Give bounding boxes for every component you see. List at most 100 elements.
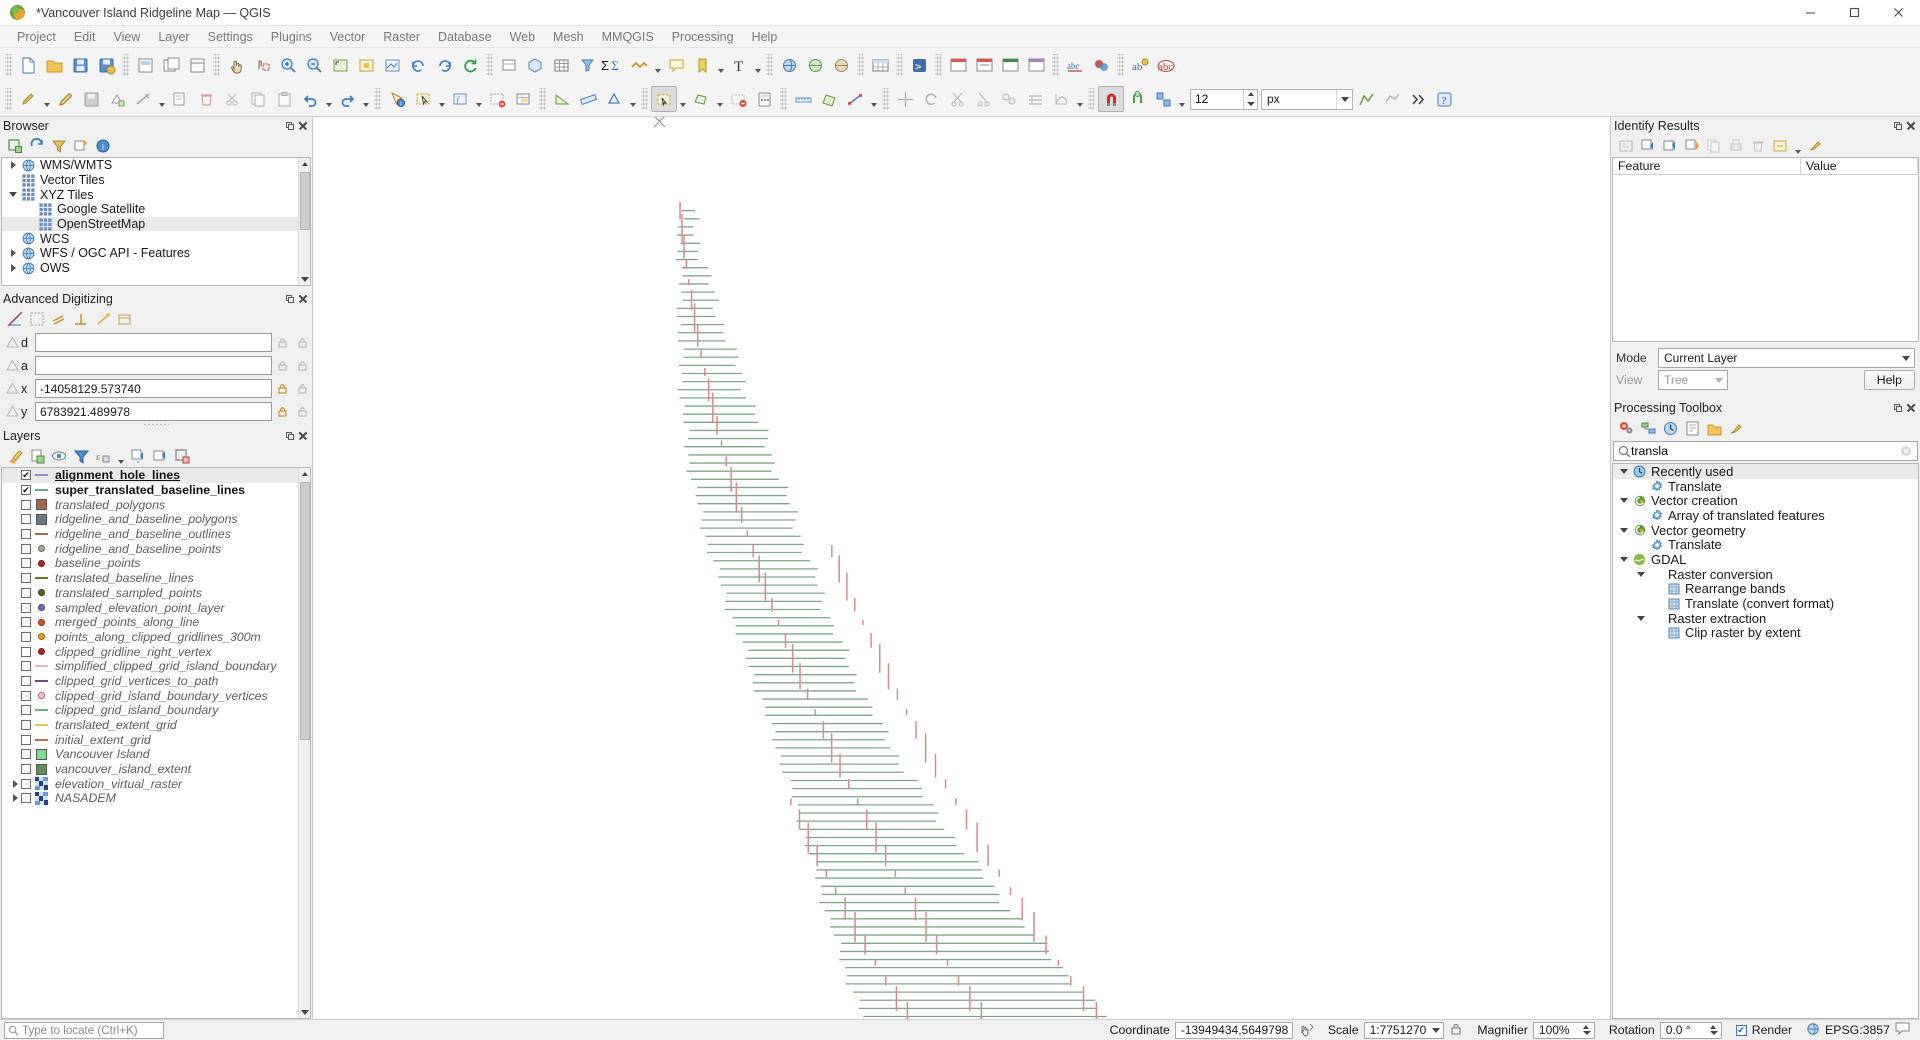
layer-item[interactable]: vancouver_island_extent	[2, 762, 310, 777]
clear-results-icon[interactable]	[1748, 136, 1768, 156]
layer-visibility-checkbox[interactable]	[21, 778, 31, 789]
plugin-tool-button[interactable]	[1023, 52, 1049, 78]
layer-item[interactable]: ✔ alignment_hole_lines	[2, 468, 310, 483]
menu-database[interactable]: Database	[429, 28, 501, 46]
layer-visibility-checkbox[interactable]	[21, 690, 31, 701]
add-wcs-layer-button[interactable]	[828, 52, 854, 78]
construction-mode-icon[interactable]	[27, 309, 47, 329]
expand-all-icon[interactable]	[128, 446, 148, 466]
scroll-down-button[interactable]	[299, 1006, 310, 1018]
scroll-up-button[interactable]	[299, 158, 310, 170]
lock-a-icon[interactable]	[272, 359, 292, 372]
help-button[interactable]: ?	[1431, 86, 1457, 112]
toggle-extents-icon[interactable]	[1298, 1021, 1314, 1040]
save-project-as-button[interactable]	[93, 52, 119, 78]
toolbar-grip[interactable]	[1117, 54, 1124, 76]
browser-item-google-satellite[interactable]: Google Satellite	[2, 202, 310, 217]
add-model-icon[interactable]	[1638, 418, 1658, 438]
snap-to-common-angles-icon[interactable]	[93, 309, 113, 329]
layer-item[interactable]: Vancouver Island	[2, 747, 310, 762]
adv-dig-input-x[interactable]: -14058129.573740	[35, 379, 272, 398]
toolbar-grip[interactable]	[896, 54, 903, 76]
processing-item-vector-geometry[interactable]: Vector geometry	[1613, 523, 1918, 538]
statistics-button[interactable]	[574, 52, 600, 78]
new-3d-map-view-button[interactable]	[522, 52, 548, 78]
spell-check-button[interactable]: abc	[1062, 52, 1088, 78]
processing-item-rearrange-bands[interactable]: Rearrange bands	[1613, 581, 1918, 596]
results-viewer-icon[interactable]	[1682, 418, 1702, 438]
chevron-down-icon[interactable]	[1634, 615, 1648, 621]
select-caret[interactable]	[436, 86, 447, 112]
split-features-button[interactable]	[944, 86, 970, 112]
adv-dig-input-d[interactable]	[35, 333, 272, 352]
remove-layer-icon[interactable]	[172, 446, 192, 466]
menu-mesh[interactable]: Mesh	[544, 28, 593, 46]
layer-item[interactable]: translated_extent_grid	[2, 718, 310, 733]
layers-close-button[interactable]	[298, 431, 308, 441]
toolbar-grip[interactable]	[539, 88, 546, 110]
enable-snapping-button[interactable]	[1098, 86, 1124, 112]
rotate-feature-button[interactable]	[918, 86, 944, 112]
identify-results-table[interactable]: Feature Value	[1612, 157, 1919, 342]
ruler-button[interactable]	[575, 86, 601, 112]
layer-item[interactable]: simplified_clipped_grid_island_boundary	[2, 659, 310, 674]
layer-visibility-checkbox[interactable]	[21, 749, 31, 760]
snapping-units-combo[interactable]: px	[1261, 88, 1353, 110]
layer-visibility-checkbox[interactable]: ✔	[21, 470, 31, 481]
toolbar-grip[interactable]	[486, 54, 493, 76]
select-rectangle-button[interactable]	[651, 86, 677, 112]
layer-item[interactable]: initial_extent_grid	[2, 732, 310, 747]
chevron-down-icon[interactable]	[1634, 571, 1648, 577]
history-clock-icon[interactable]	[1660, 418, 1680, 438]
layer-visibility-checkbox[interactable]	[21, 529, 31, 540]
deselect-features-button[interactable]	[484, 86, 510, 112]
scroll-thumb[interactable]	[300, 172, 310, 230]
digitize-shape-caret[interactable]	[627, 86, 638, 112]
processing-undock-button[interactable]	[1893, 403, 1903, 413]
manage-visibility-icon[interactable]	[49, 446, 69, 466]
layer-item[interactable]: baseline_points	[2, 556, 310, 571]
repeating-lock-x-icon[interactable]	[292, 382, 312, 395]
bookmark-dropdown-caret[interactable]	[715, 52, 726, 78]
style-manager-button[interactable]	[1088, 52, 1114, 78]
browser-item-ows[interactable]: OWS	[2, 261, 310, 276]
render-toggle[interactable]: ✔ Render	[1735, 1023, 1792, 1037]
toolbar-grip[interactable]	[641, 88, 648, 110]
map-canvas[interactable]	[313, 117, 1610, 1019]
layer-item[interactable]: NASADEM	[2, 791, 310, 806]
measure-area-button[interactable]	[549, 86, 575, 112]
layer-item[interactable]: translated_baseline_lines	[2, 571, 310, 586]
browser-undock-button[interactable]	[285, 121, 295, 131]
current-edits-caret[interactable]	[41, 86, 52, 112]
vertex-tool-caret[interactable]	[156, 86, 167, 112]
zoom-to-layer-button[interactable]	[379, 52, 405, 78]
cut-features-button[interactable]	[219, 86, 245, 112]
layer-item[interactable]: merged_points_along_line	[2, 615, 310, 630]
undo-caret[interactable]	[323, 86, 334, 112]
expand-new-results-icon[interactable]	[1682, 136, 1702, 156]
refresh-icon[interactable]	[27, 136, 47, 156]
reshape-features-button[interactable]	[1048, 86, 1074, 112]
zoom-full-button[interactable]	[327, 52, 353, 78]
layer-item[interactable]: sampled_elevation_point_layer	[2, 600, 310, 615]
properties-info-icon[interactable]: i	[93, 136, 113, 156]
zoom-in-button[interactable]	[275, 52, 301, 78]
layer-visibility-checkbox[interactable]	[21, 573, 31, 584]
select-polygon-caret[interactable]	[714, 86, 725, 112]
pan-map-button[interactable]	[223, 52, 249, 78]
repeating-lock-a-icon[interactable]	[292, 359, 312, 372]
open-style-manager-icon[interactable]	[5, 446, 25, 466]
print-results-icon[interactable]	[1726, 136, 1746, 156]
processing-item-raster-extraction[interactable]: Raster extraction	[1613, 611, 1918, 626]
collapse-all-icon[interactable]	[71, 136, 91, 156]
snapping-tolerance-steppers[interactable]	[1243, 89, 1257, 109]
menu-web[interactable]: Web	[501, 28, 544, 46]
adv-dig-undock-button[interactable]	[285, 294, 295, 304]
layer-visibility-checkbox[interactable]	[21, 602, 31, 613]
redo-button[interactable]	[334, 86, 360, 112]
zoom-to-selection-button[interactable]	[353, 52, 379, 78]
annotation-dropdown-caret[interactable]	[752, 52, 763, 78]
layer-item[interactable]: clipped_grid_island_boundary_vertices	[2, 688, 310, 703]
measure-line-button[interactable]	[626, 52, 652, 78]
repeating-lock-y-icon[interactable]	[292, 405, 312, 418]
